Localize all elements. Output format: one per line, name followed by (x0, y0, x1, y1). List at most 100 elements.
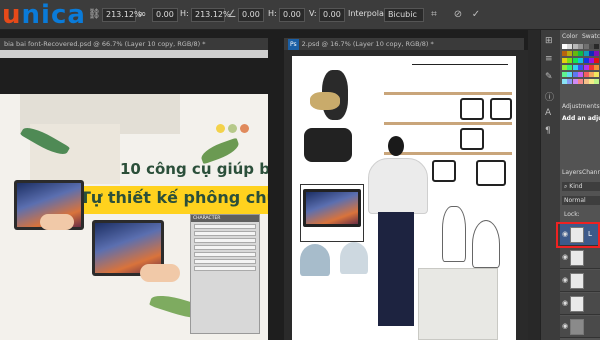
color-swatch[interactable] (583, 58, 589, 63)
angle-field[interactable]: 0.00 (238, 8, 264, 22)
language-field[interactable] (194, 266, 256, 271)
font-size-field[interactable] (194, 231, 256, 236)
tab-layers[interactable]: Layers (562, 168, 582, 177)
color-swatch[interactable] (572, 51, 578, 56)
color-swatch[interactable] (589, 65, 594, 70)
blend-mode-select[interactable]: Normal (562, 196, 600, 205)
color-swatch[interactable] (572, 65, 578, 70)
color-swatch[interactable] (594, 44, 600, 49)
color-swatch[interactable] (589, 51, 594, 56)
glass-vase-image (472, 220, 500, 268)
hskew-field[interactable]: 0.00 (279, 8, 305, 22)
layer-row[interactable]: ◉ (560, 270, 600, 292)
tab-left-document[interactable]: bia bai font-Recovered.psd @ 66.7% (Laye… (0, 38, 268, 50)
color-swatch[interactable] (583, 44, 589, 49)
add-adjustment-label: Add an adjust (562, 115, 600, 122)
font-family-field[interactable] (194, 224, 256, 229)
cancel-transform-icon[interactable]: ⊘ (452, 9, 464, 21)
color-swatch[interactable] (594, 58, 600, 63)
color-swatch[interactable] (578, 44, 584, 49)
color-swatch[interactable] (594, 65, 600, 70)
eye-icon[interactable]: ◉ (562, 299, 568, 307)
color-swatch[interactable] (583, 65, 589, 70)
tab-channels[interactable]: Chann (582, 168, 600, 177)
color-swatch[interactable] (562, 65, 567, 70)
color-swatch[interactable] (578, 51, 584, 56)
eye-icon[interactable]: ◉ (562, 253, 568, 261)
color-swatch[interactable] (562, 44, 567, 49)
layer-row[interactable]: ◉ (560, 316, 600, 338)
color-swatch[interactable] (583, 79, 589, 84)
type-icon[interactable]: A (545, 108, 557, 118)
tab-swatches[interactable]: Swatch (582, 32, 600, 41)
brush-icon[interactable]: ✎ (545, 72, 557, 82)
color-swatch[interactable] (562, 72, 567, 77)
model-head (388, 136, 404, 156)
color-swatch[interactable] (578, 72, 584, 77)
layer-row[interactable]: ◉ (560, 247, 600, 269)
color-swatch[interactable] (572, 79, 578, 84)
color-swatch[interactable] (567, 44, 573, 49)
link-icon[interactable]: ∞ (136, 9, 148, 21)
eye-icon[interactable]: ◉ (562, 322, 568, 330)
color-swatch[interactable] (567, 72, 573, 77)
transform-selection-box[interactable] (300, 184, 364, 242)
info-icon[interactable]: ⓘ (545, 90, 557, 103)
color-swatch[interactable] (594, 72, 600, 77)
link-icon[interactable]: ⛓ (88, 9, 101, 21)
color-dot (216, 124, 225, 133)
eye-icon[interactable]: ◉ (562, 276, 568, 284)
color-swatch[interactable] (589, 58, 594, 63)
commit-transform-icon[interactable]: ✓ (470, 9, 482, 21)
color-swatch[interactable] (594, 51, 600, 56)
color-swatch[interactable] (572, 44, 578, 49)
swatch-grid[interactable] (562, 44, 600, 86)
color-swatch[interactable] (578, 79, 584, 84)
layer-row[interactable]: ◉ (560, 293, 600, 315)
width-field[interactable]: 213.12% (102, 8, 142, 22)
color-swatch[interactable] (567, 79, 573, 84)
color-swatch[interactable] (589, 79, 594, 84)
tab-color[interactable]: Color (562, 32, 580, 41)
model-top (368, 158, 428, 214)
color-swatch[interactable] (572, 72, 578, 77)
color-swatch[interactable] (567, 65, 573, 70)
paragraph-icon[interactable]: ¶ (545, 126, 557, 136)
properties-icon[interactable]: ≡ (545, 54, 557, 64)
color-swatch[interactable] (562, 58, 567, 63)
tab-adjustments[interactable]: Adjustments (562, 102, 600, 111)
color-swatch[interactable] (562, 51, 567, 56)
tab-right-document[interactable]: Ps 2.psd @ 16.7% (Layer 10 copy, RGB/8) * (284, 38, 524, 50)
character-panel[interactable]: CHARACTER (190, 214, 260, 334)
color-swatch[interactable] (578, 65, 584, 70)
color-swatch[interactable] (583, 51, 589, 56)
history-icon[interactable]: ⊞ (545, 36, 557, 46)
color-swatch[interactable] (589, 44, 594, 49)
warp-icon[interactable]: ⌗ (428, 9, 440, 21)
interpolation-select[interactable]: Bicubic (384, 8, 424, 22)
vskew-field[interactable]: 0.00 (319, 8, 345, 22)
shelf (384, 122, 512, 125)
vskew-label: V: (309, 9, 317, 18)
color-swatch[interactable] (583, 72, 589, 77)
color-swatch[interactable] (578, 58, 584, 63)
x-field[interactable]: 0.00 (152, 8, 178, 22)
tracking-field[interactable] (194, 238, 256, 243)
baseline-field[interactable] (194, 252, 256, 257)
angle-icon: ∠ (227, 9, 237, 20)
tab-right-label: 2.psd @ 16.7% (Layer 10 copy, RGB/8) * (301, 40, 434, 48)
color-swatch[interactable] (572, 58, 578, 63)
color-swatch[interactable] (562, 79, 567, 84)
kind-filter[interactable]: ⌕ Kind (562, 182, 600, 191)
color-swatch[interactable] (589, 72, 594, 77)
color-swatch[interactable] (594, 79, 600, 84)
style-buttons[interactable] (194, 259, 256, 264)
shelf (384, 92, 512, 95)
box-frame (460, 98, 484, 120)
color-swatch[interactable] (567, 51, 573, 56)
ps-badge: Ps (288, 39, 299, 50)
scale-field[interactable] (194, 245, 256, 250)
color-swatch[interactable] (567, 58, 573, 63)
height-field[interactable]: 213.12% (191, 8, 231, 22)
ruler-horizontal-left (0, 50, 268, 58)
